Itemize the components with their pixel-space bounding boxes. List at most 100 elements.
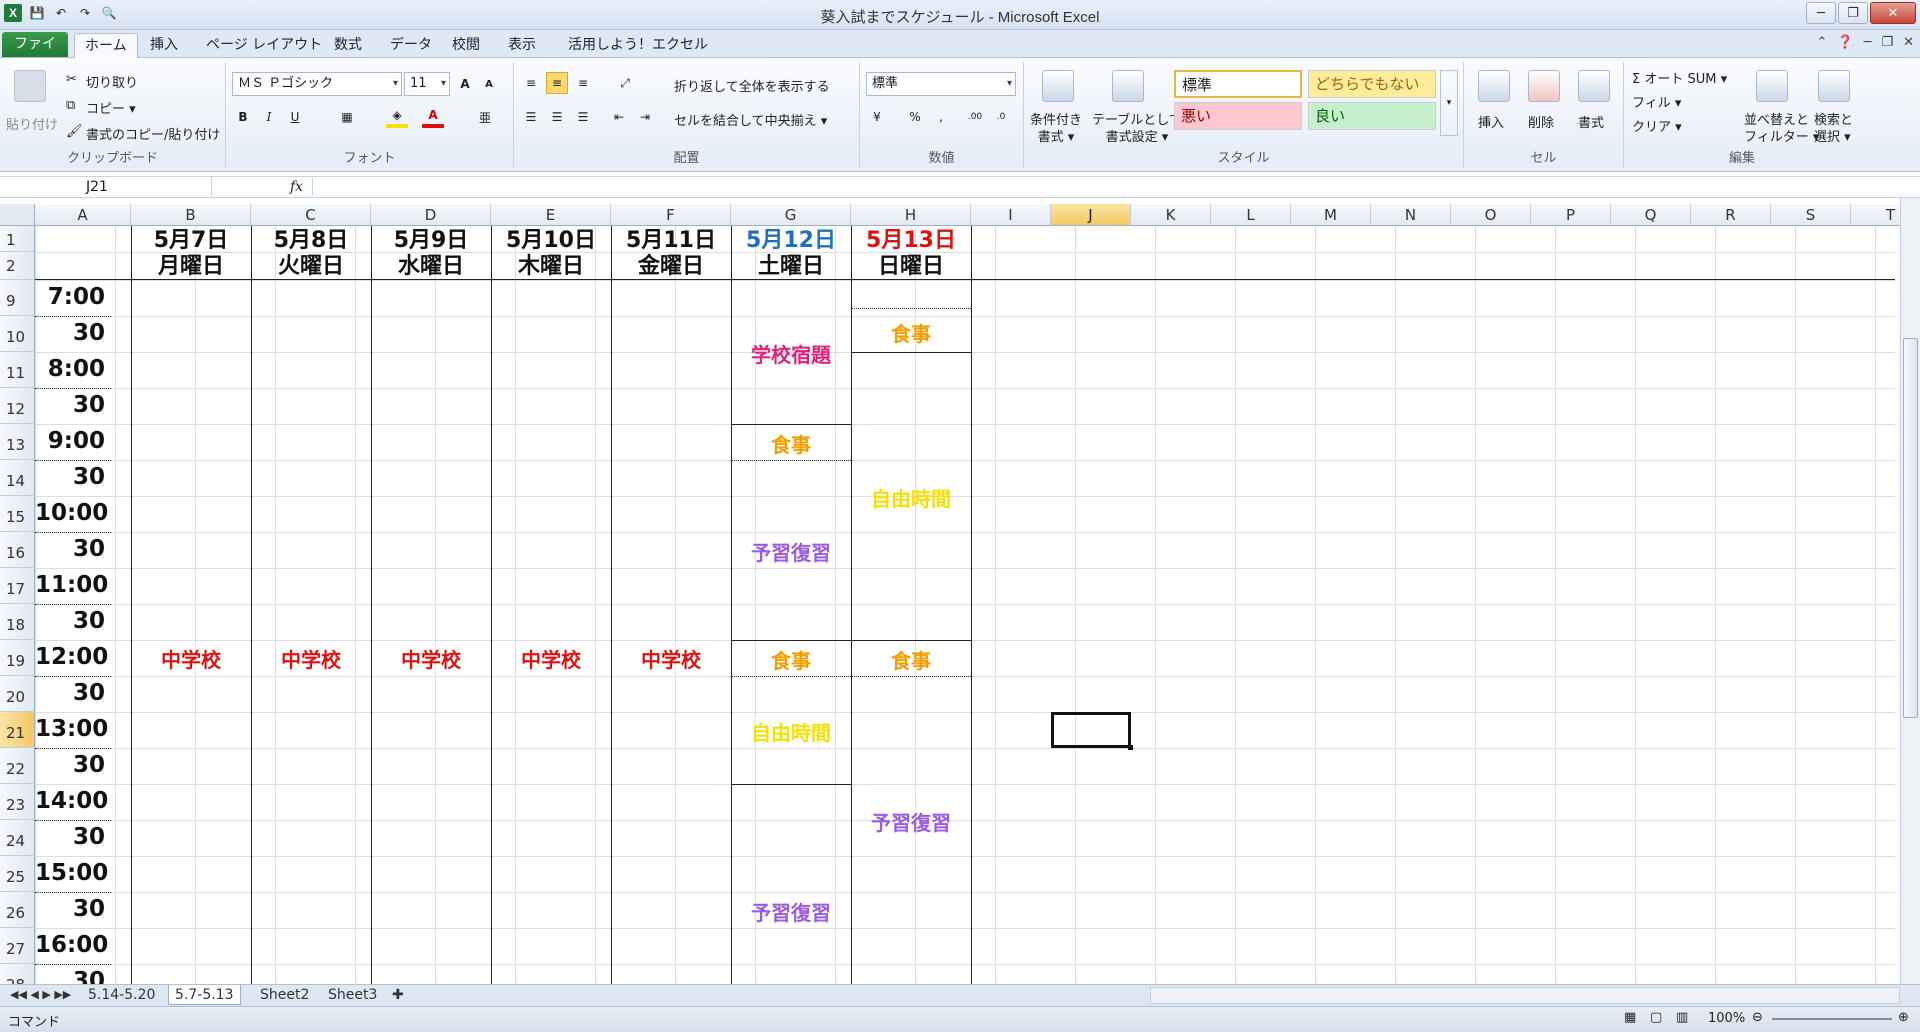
column-header-d[interactable]: D	[371, 204, 491, 226]
conditional-format-icon[interactable]	[1042, 70, 1074, 102]
align-top-icon[interactable]: ≡	[520, 72, 542, 94]
column-header-b[interactable]: B	[131, 204, 251, 226]
font-name-combo[interactable]: ＭＳ Ｐゴシック	[232, 72, 402, 96]
page-layout-view-icon[interactable]: ▢	[1650, 1010, 1662, 1025]
minimize-button[interactable]: ─	[1806, 2, 1836, 24]
close-button[interactable]: ✕	[1870, 2, 1916, 24]
row-header-2[interactable]: 2	[0, 252, 35, 280]
decrease-decimal-icon[interactable]: .0	[990, 106, 1012, 128]
tab-view[interactable]: 表示	[498, 33, 546, 58]
style-good[interactable]: 良い	[1308, 102, 1436, 130]
row-header-23[interactable]: 23	[0, 784, 35, 820]
column-header-e[interactable]: E	[491, 204, 611, 226]
delete-cells-icon[interactable]	[1528, 70, 1560, 102]
merge-center-button[interactable]: セルを結合して中央揃え ▾	[674, 110, 827, 129]
orientation-icon[interactable]: ⤢	[614, 72, 636, 94]
fill-color-icon[interactable]: ◈	[386, 106, 408, 128]
active-cell[interactable]	[1051, 712, 1133, 750]
grow-font-button[interactable]: A	[454, 73, 476, 95]
row-header-27[interactable]: 27	[0, 928, 35, 964]
copy-button[interactable]: コピー ▾	[86, 98, 136, 117]
comma-button[interactable]: ,	[930, 106, 952, 128]
font-size-combo[interactable]: 11	[404, 72, 450, 96]
align-right-icon[interactable]: ☰	[572, 106, 594, 128]
zoom-slider[interactable]	[1772, 1018, 1892, 1020]
column-header-l[interactable]: L	[1211, 204, 1291, 226]
workbook-close-icon[interactable]: ✕	[1903, 35, 1914, 50]
select-all-corner[interactable]	[0, 204, 35, 226]
zoom-in-icon[interactable]: ⊕	[1898, 1010, 1909, 1025]
styles-more-icon[interactable]: ▾	[1440, 70, 1458, 136]
restore-button[interactable]: ❐	[1838, 2, 1868, 24]
format-as-table-button[interactable]: テーブルとして 書式設定 ▾	[1092, 112, 1182, 146]
sheet-tab[interactable]: Sheet2	[254, 985, 315, 1005]
new-sheet-icon[interactable]: ✚	[386, 985, 410, 1005]
underline-button[interactable]: U	[284, 106, 306, 128]
wrap-text-button[interactable]: 折り返して全体を表示する	[674, 76, 830, 95]
workbook-minimize-icon[interactable]: ─	[1864, 35, 1872, 50]
sort-filter-button[interactable]: 並べ替えと フィルター ▾	[1744, 112, 1819, 146]
column-header-g[interactable]: G	[731, 204, 851, 226]
sheet-nav-icon[interactable]: ◀◀ ◀ ▶ ▶▶	[4, 985, 77, 1005]
conditional-format-button[interactable]: 条件付き 書式 ▾	[1030, 112, 1082, 146]
insert-cells-button[interactable]: 挿入	[1478, 112, 1504, 131]
sheet-tab[interactable]: 5.14-5.20	[82, 985, 161, 1005]
align-left-icon[interactable]: ☰	[520, 106, 542, 128]
column-header-p[interactable]: P	[1531, 204, 1611, 226]
column-header-q[interactable]: Q	[1611, 204, 1691, 226]
page-break-view-icon[interactable]: ▥	[1676, 1010, 1688, 1025]
fill-button[interactable]: フィル ▾	[1632, 92, 1681, 111]
row-header-25[interactable]: 25	[0, 856, 35, 892]
column-header-o[interactable]: O	[1451, 204, 1531, 226]
column-header-k[interactable]: K	[1131, 204, 1211, 226]
border-icon[interactable]: ▦	[336, 106, 358, 128]
style-bad[interactable]: 悪い	[1174, 102, 1302, 130]
row-header-12[interactable]: 12	[0, 388, 35, 424]
row-header-1[interactable]: 1	[0, 226, 35, 252]
row-header-24[interactable]: 24	[0, 820, 35, 856]
name-box[interactable]: J21	[2, 177, 212, 197]
row-header-9[interactable]: 9	[0, 280, 35, 316]
vertical-scroll-thumb[interactable]	[1903, 338, 1918, 718]
align-center-icon[interactable]: ☰	[546, 106, 568, 128]
increase-indent-icon[interactable]: ⇥	[634, 106, 656, 128]
format-cells-icon[interactable]	[1578, 70, 1610, 102]
help-icon[interactable]: ❓	[1837, 35, 1853, 50]
find-select-button[interactable]: 検索と 選択 ▾	[1814, 112, 1853, 146]
format-painter-button[interactable]: 書式のコピー/貼り付け	[86, 124, 220, 143]
row-header-21[interactable]: 21	[0, 712, 35, 748]
phonetic-icon[interactable]: 亜	[474, 106, 496, 128]
workbook-restore-icon[interactable]: ❐	[1881, 35, 1893, 50]
cut-button[interactable]: 切り取り	[86, 72, 138, 91]
formula-input[interactable]	[312, 178, 1900, 196]
sort-filter-icon[interactable]	[1756, 70, 1788, 102]
percent-button[interactable]: %	[904, 106, 926, 128]
zoom-level[interactable]: 100%	[1708, 1011, 1745, 1026]
number-format-combo[interactable]: 標準	[866, 72, 1016, 96]
shrink-font-button[interactable]: A	[478, 73, 500, 95]
tab-file[interactable]: ファイル	[2, 32, 68, 76]
horizontal-scrollbar[interactable]	[1150, 987, 1900, 1004]
tab-formulas[interactable]: 数式	[324, 33, 372, 58]
insert-function-button[interactable]: fx	[290, 177, 303, 197]
worksheet-grid[interactable]: 5月7日 月曜日 5月8日 火曜日 5月9日 水曜日 5月10日 木曜日 5月11日 金曜日 5月1…	[35, 226, 1895, 984]
column-header-c[interactable]: C	[251, 204, 371, 226]
tab-insert[interactable]: 挿入	[140, 33, 188, 58]
tab-review[interactable]: 校閲	[442, 33, 490, 58]
insert-cells-icon[interactable]	[1478, 70, 1510, 102]
row-header-15[interactable]: 15	[0, 496, 35, 532]
row-header-26[interactable]: 26	[0, 892, 35, 928]
align-bottom-icon[interactable]: ≡	[572, 72, 594, 94]
column-header-h[interactable]: H	[851, 204, 971, 226]
increase-decimal-icon[interactable]: .00	[964, 106, 986, 128]
tab-page-layout[interactable]: ページ レイアウト	[196, 33, 332, 58]
column-header-a[interactable]: A	[35, 204, 131, 226]
row-header-19[interactable]: 19	[0, 640, 35, 676]
delete-cells-button[interactable]: 削除	[1528, 112, 1554, 131]
sheet-tab[interactable]: 5.7-5.13	[168, 985, 241, 1005]
clear-button[interactable]: クリア ▾	[1632, 116, 1682, 135]
sheet-tab[interactable]: Sheet3	[322, 985, 383, 1005]
column-header-f[interactable]: F	[611, 204, 731, 226]
italic-button[interactable]: I	[258, 106, 280, 128]
decrease-indent-icon[interactable]: ⇤	[608, 106, 630, 128]
